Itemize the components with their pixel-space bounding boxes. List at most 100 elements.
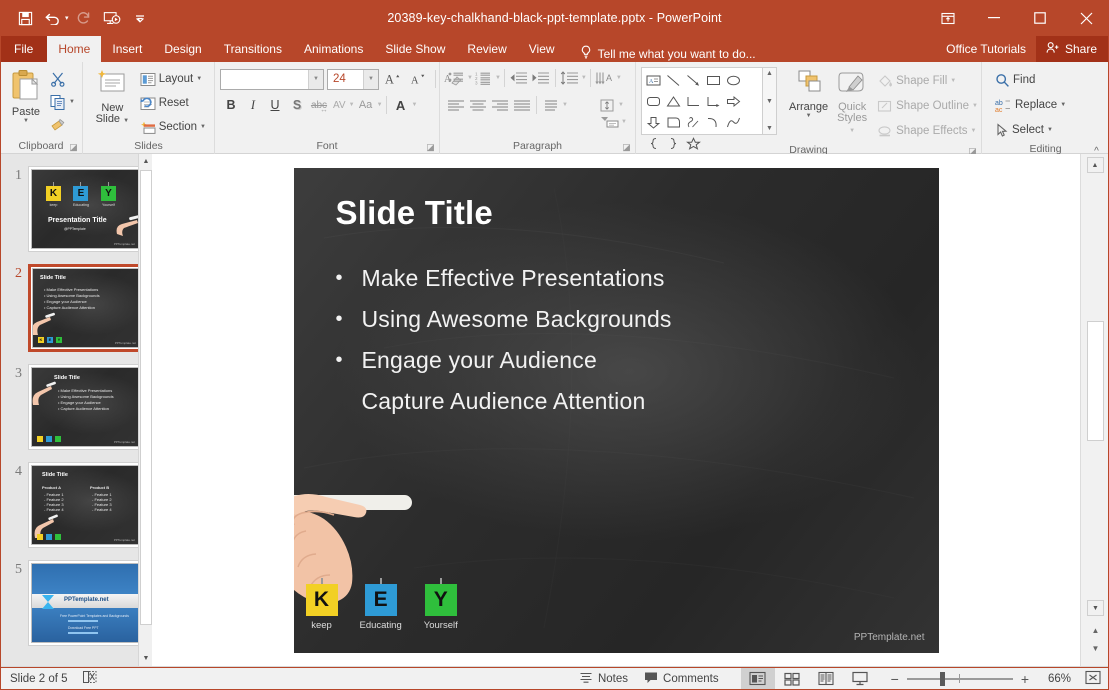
tab-transitions[interactable]: Transitions — [213, 36, 293, 62]
tab-design[interactable]: Design — [153, 36, 212, 62]
paragraph-dialog-launcher[interactable]: ◪ — [622, 143, 631, 152]
select-caret-icon[interactable]: ▼ — [1047, 127, 1053, 133]
convert-to-smartart-button[interactable] — [599, 111, 621, 132]
thumbnail-item-2[interactable]: 2 Slide Title • Make Effective Presentat… — [8, 252, 152, 352]
scrollbar-track[interactable] — [1087, 176, 1104, 616]
pentagon-shape[interactable] — [663, 112, 683, 133]
center-button[interactable] — [467, 95, 489, 116]
undo-icon[interactable] — [40, 5, 66, 31]
tab-file[interactable]: File — [0, 36, 47, 62]
save-icon[interactable] — [12, 5, 38, 31]
italic-button[interactable]: I — [242, 94, 264, 116]
tell-me-search[interactable]: Tell me what you want to do... — [566, 45, 756, 62]
font-size-caret-icon[interactable]: ▼ — [363, 70, 378, 89]
section-caret-icon[interactable]: ▼ — [200, 124, 206, 130]
bullets-button[interactable] — [445, 68, 467, 89]
new-slide-button[interactable]: New Slide ▼ — [88, 66, 137, 129]
curve-shape[interactable] — [703, 112, 723, 133]
quick-styles-button[interactable]: Quick Styles ▼ — [832, 67, 872, 139]
slide-title[interactable]: Slide Title — [336, 194, 493, 232]
new-slide-caret-icon[interactable]: ▼ — [123, 118, 129, 124]
slide-counter[interactable]: Slide 2 of 5 — [10, 673, 68, 685]
increase-indent-button[interactable] — [530, 68, 552, 89]
thumbnail-frame-4[interactable]: Slide Title Product A - Feature 1 - Feat… — [28, 462, 142, 548]
line-spacing-caret-icon[interactable]: ▼ — [581, 75, 587, 81]
down-arrow-shape[interactable] — [643, 112, 663, 133]
ribbon-display-options-icon[interactable] — [925, 0, 971, 36]
quick-styles-caret-icon[interactable]: ▼ — [849, 128, 855, 134]
rounded-rectangle-shape[interactable] — [643, 91, 663, 112]
thumbnail-pane-scrollbar[interactable]: ▲ ▼ — [138, 154, 152, 666]
thumbnail-item-1[interactable]: 1 K keep E — [8, 154, 152, 252]
zoom-level-label[interactable]: 66% — [1037, 673, 1071, 685]
copy-button[interactable]: ▼ — [47, 91, 78, 113]
reset-button[interactable]: Reset — [137, 92, 209, 114]
thumbnail-item-4[interactable]: 4 Slide Title Product A - Feature 1 - Fe… — [8, 450, 152, 548]
scroll-down-icon[interactable]: ▼ — [1087, 600, 1104, 616]
fit-to-window-icon[interactable] — [1085, 670, 1101, 688]
slide-vertical-scrollbar[interactable]: ▲ ▼ ▲ ▼ — [1080, 154, 1109, 666]
customize-qat-icon[interactable] — [127, 5, 153, 31]
scrollbar-thumb[interactable] — [1087, 321, 1104, 441]
account-name[interactable]: Office Tutorials — [936, 42, 1036, 56]
reading-view-button[interactable] — [809, 667, 843, 690]
font-size-input[interactable]: 24 ▼ — [327, 69, 379, 90]
elbow-connector-shape[interactable] — [683, 91, 703, 112]
paste-caret-icon[interactable]: ▼ — [23, 118, 29, 125]
arrange-button[interactable]: Arrange ▼ — [785, 67, 832, 122]
thumbnail-scroll-down-icon[interactable]: ▼ — [139, 651, 152, 666]
bold-button[interactable]: B — [220, 94, 242, 116]
minimize-button[interactable] — [971, 0, 1017, 36]
paste-button[interactable]: Paste ▼ — [5, 66, 47, 127]
text-box-shape[interactable]: A — [643, 70, 663, 91]
change-case-caret-icon[interactable]: ▼ — [377, 102, 383, 108]
slide-show-button[interactable] — [843, 667, 877, 690]
font-color-caret-icon[interactable]: ▼ — [412, 102, 418, 108]
thumbnail-scroll-up-icon[interactable]: ▲ — [139, 154, 152, 169]
align-text-caret-icon[interactable]: ▼ — [618, 102, 624, 108]
shape-fill-caret-icon[interactable]: ▼ — [950, 78, 956, 84]
format-painter-button[interactable] — [47, 114, 78, 136]
font-name-caret-icon[interactable]: ▼ — [308, 70, 323, 89]
rectangle-shape[interactable] — [703, 70, 723, 91]
select-button[interactable]: Select ▼ — [992, 119, 1056, 141]
slide-sorter-button[interactable] — [775, 667, 809, 690]
shape-effects-button[interactable]: Shape Effects ▼ — [874, 120, 981, 142]
tab-slide-show[interactable]: Slide Show — [374, 36, 456, 62]
next-slide-icon[interactable]: ▼ — [1087, 641, 1104, 656]
layout-caret-icon[interactable]: ▼ — [196, 76, 202, 82]
numbering-button[interactable]: 1 2 3 — [473, 68, 495, 89]
elbow-arrow-connector-shape[interactable] — [703, 91, 723, 112]
previous-slide-icon[interactable]: ▲ — [1087, 623, 1104, 638]
shape-outline-button[interactable]: Shape Outline ▼ — [874, 95, 981, 117]
shapes-scroll-up-icon[interactable]: ▲ — [766, 70, 773, 77]
shapes-gallery-scrollbar[interactable]: ▲ ▼ ▼ — [763, 67, 777, 135]
scribble-shape[interactable] — [683, 112, 703, 133]
thumbnail-frame-3[interactable]: Slide Title • Make Effective Presentatio… — [28, 364, 142, 450]
font-name-input[interactable]: ▼ — [220, 69, 324, 90]
decrease-indent-button[interactable] — [508, 68, 530, 89]
section-button[interactable]: Section ▼ — [137, 116, 209, 138]
cut-button[interactable] — [47, 68, 78, 90]
close-button[interactable] — [1063, 0, 1109, 36]
triangle-shape[interactable] — [663, 91, 683, 112]
font-color-button[interactable]: A — [390, 94, 412, 116]
thumbnail-item-5[interactable]: 5 PPTemplate.net Free PowerPoint Templat… — [8, 548, 152, 646]
columns-caret-icon[interactable]: ▼ — [562, 102, 568, 108]
tab-view[interactable]: View — [518, 36, 566, 62]
zoom-in-button[interactable]: + — [1021, 671, 1029, 687]
replace-button[interactable]: ab ac Replace ▼ — [992, 94, 1069, 116]
arrow-shape[interactable] — [683, 70, 703, 91]
line-spacing-button[interactable] — [559, 68, 581, 89]
shape-fill-button[interactable]: Shape Fill ▼ — [874, 70, 981, 92]
normal-view-button[interactable] — [741, 667, 775, 690]
increase-font-size-button[interactable]: A — [382, 68, 404, 90]
arrange-caret-icon[interactable]: ▼ — [806, 113, 812, 120]
justify-button[interactable] — [511, 95, 533, 116]
redo-icon[interactable] — [71, 5, 97, 31]
shapes-more-icon[interactable]: ▼ — [766, 125, 773, 132]
layout-button[interactable]: Layout ▼ — [137, 68, 209, 90]
text-direction-button[interactable]: A — [594, 68, 616, 89]
shape-outline-caret-icon[interactable]: ▼ — [972, 103, 978, 109]
thumbnail-frame-1[interactable]: K keep E Educating Y Yours — [28, 166, 142, 252]
